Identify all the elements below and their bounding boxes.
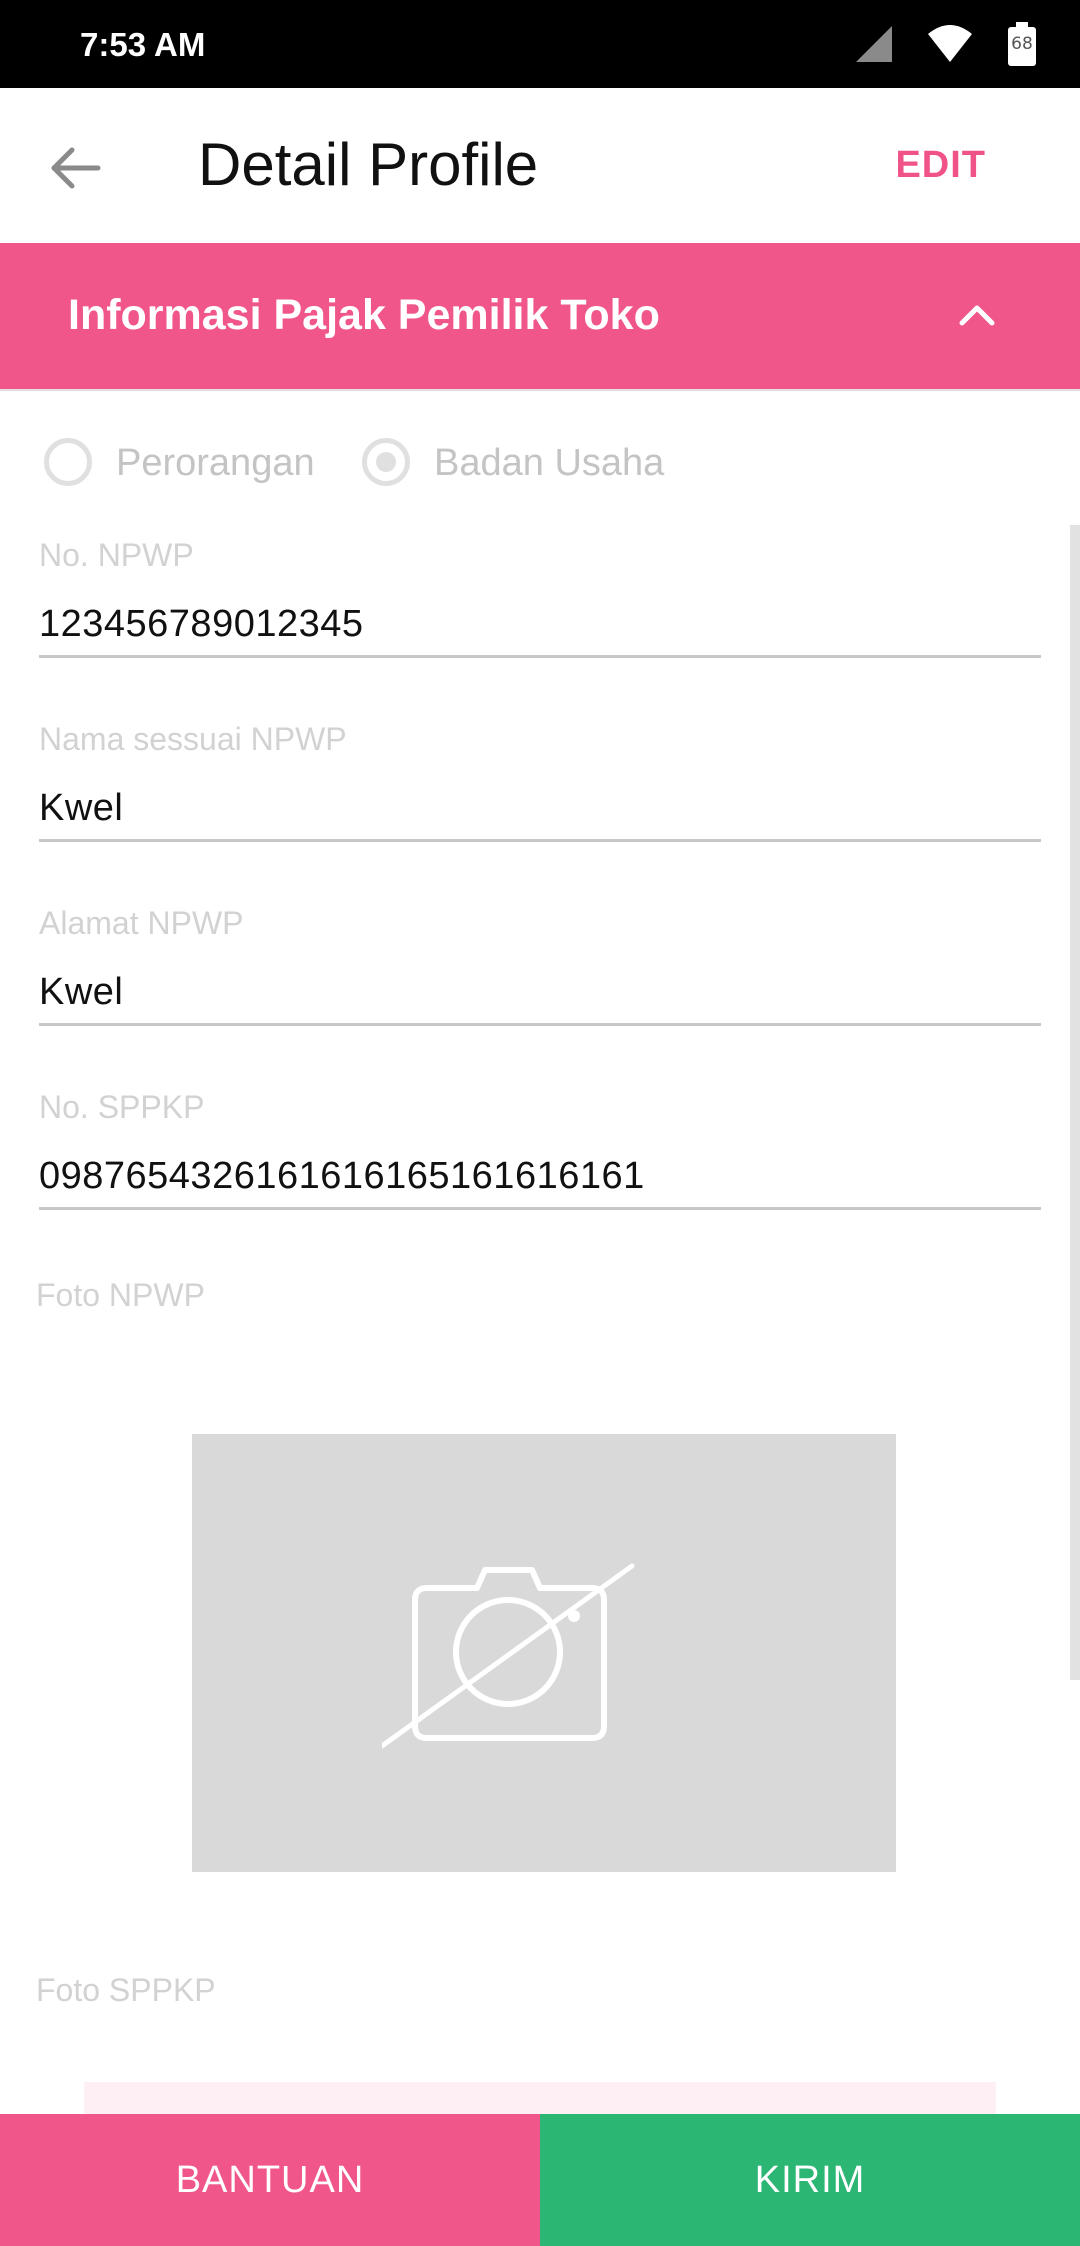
signal-icon	[856, 26, 892, 62]
page-title: Detail Profile	[198, 131, 539, 198]
npwp-name-field[interactable]: Nama sessuai NPWP Kwel	[39, 721, 1041, 842]
tax-info-section-header[interactable]: Informasi Pajak Pemilik Toko	[0, 243, 1080, 389]
npwp-address-field[interactable]: Alamat NPWP Kwel	[39, 905, 1041, 1026]
field-label: No. NPWP	[39, 537, 194, 573]
no-camera-icon	[382, 1563, 635, 1749]
field-label: No. SPPKP	[39, 1089, 205, 1125]
arrow-left-icon	[51, 147, 101, 189]
divider	[0, 389, 1080, 391]
sppkp-number-input[interactable]: 0987654326161616165161616161	[39, 1151, 1041, 1210]
chevron-up-icon[interactable]	[952, 289, 1002, 339]
kirim-button[interactable]: KIRIM	[540, 2114, 1080, 2246]
npwp-number-input[interactable]: 123456789012345	[39, 599, 1041, 658]
radio-label-badan-usaha: Badan Usaha	[434, 442, 665, 484]
field-label: Alamat NPWP	[39, 905, 244, 941]
section-title: Informasi Pajak Pemilik Toko	[68, 291, 660, 339]
foto-sppkp-label: Foto SPPKP	[36, 1972, 216, 2008]
sppkp-number-field[interactable]: No. SPPKP 0987654326161616165161616161	[39, 1089, 1041, 1210]
status-bar: 7:53 AM 68	[0, 0, 1080, 88]
radio-button[interactable]	[44, 438, 92, 486]
radio-button-selected[interactable]	[362, 438, 410, 486]
foto-npwp-upload[interactable]	[192, 1434, 896, 1872]
foto-npwp-label: Foto NPWP	[36, 1277, 205, 1313]
status-time: 7:53 AM	[80, 26, 206, 63]
app-bar: Detail Profile EDIT	[0, 88, 1080, 243]
wifi-icon	[928, 25, 972, 62]
npwp-address-input[interactable]: Kwel	[39, 967, 1041, 1026]
radio-label-perorangan: Perorangan	[116, 442, 315, 484]
bantuan-button[interactable]: BANTUAN	[0, 2114, 540, 2246]
battery-icon: 68	[1008, 22, 1036, 66]
back-button[interactable]	[40, 132, 112, 204]
bottom-action-bar: BANTUAN KIRIM	[0, 2114, 1080, 2246]
status-icons: 68	[820, 0, 1080, 88]
scrollbar[interactable]	[1070, 525, 1080, 1680]
field-label: Nama sessuai NPWP	[39, 721, 347, 757]
npwp-number-field[interactable]: No. NPWP 123456789012345	[39, 537, 1041, 658]
npwp-name-input[interactable]: Kwel	[39, 783, 1041, 842]
edit-button[interactable]: EDIT	[895, 144, 986, 187]
battery-level: 68	[1011, 34, 1033, 54]
